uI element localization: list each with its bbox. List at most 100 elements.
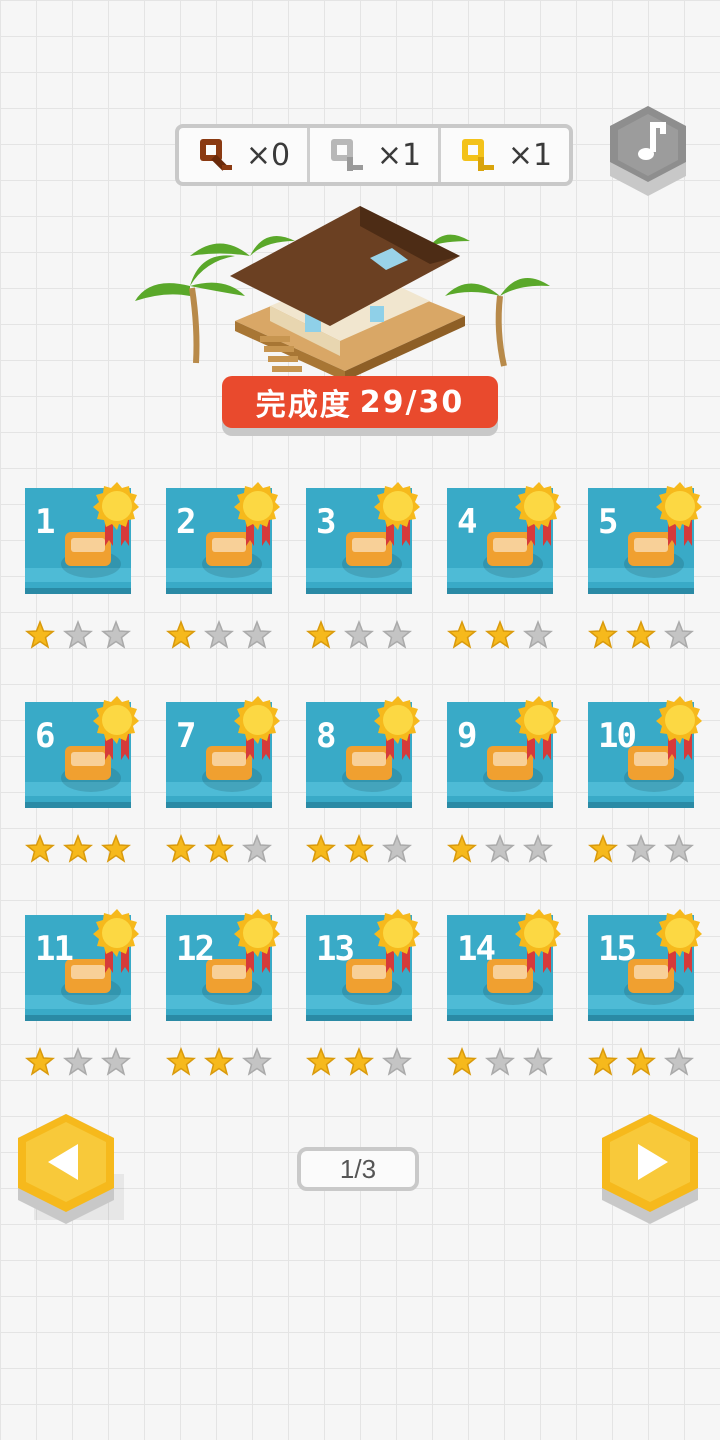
star-empty-icon (101, 1047, 131, 1076)
level-stars (306, 1047, 412, 1077)
bronze-key-counter: ×0 (179, 128, 307, 182)
star-filled-icon (204, 1047, 234, 1076)
star-filled-icon (204, 834, 234, 863)
gold-medal-icon (656, 482, 702, 546)
level-number: 10 (598, 716, 637, 756)
level-stars (25, 1047, 131, 1077)
level-tile-15[interactable]: 15 (588, 909, 702, 1076)
star-empty-icon (382, 620, 412, 649)
gold-medal-icon (374, 482, 420, 546)
level-tile-11[interactable]: 11 (25, 909, 139, 1076)
star-filled-icon (588, 834, 618, 863)
page-indicator-text: 1/3 (339, 1153, 377, 1184)
level-tile-1[interactable]: 1 (25, 482, 139, 649)
gold-medal-icon (515, 696, 561, 760)
level-tile-12[interactable]: 12 (166, 909, 280, 1076)
gold-medal-icon (93, 482, 139, 546)
next-page-button[interactable] (598, 1110, 716, 1242)
gold-medal-icon (515, 482, 561, 546)
star-empty-icon (523, 620, 553, 649)
level-tile-7[interactable]: 7 (166, 696, 280, 863)
star-empty-icon (664, 620, 694, 649)
silver-key-count: ×1 (376, 137, 422, 173)
level-number: 12 (176, 929, 215, 969)
star-filled-icon (588, 620, 618, 649)
gold-medal-icon (234, 696, 280, 760)
gold-medal-icon (374, 909, 420, 973)
star-empty-icon (382, 1047, 412, 1076)
star-empty-icon (523, 1047, 553, 1076)
level-stars (588, 620, 694, 650)
star-filled-icon (306, 620, 336, 649)
level-tile-6[interactable]: 6 (25, 696, 139, 863)
gold-key-counter: ×1 (438, 128, 569, 182)
star-filled-icon (344, 1047, 374, 1076)
level-stars (166, 1047, 272, 1077)
level-stars (166, 834, 272, 864)
star-empty-icon (242, 834, 272, 863)
level-stars (166, 620, 272, 650)
level-tile-3[interactable]: 3 (306, 482, 420, 649)
level-number: 11 (35, 929, 74, 969)
level-number: 1 (35, 502, 56, 542)
completion-banner: 完成度 29/30 (222, 376, 498, 428)
star-empty-icon (523, 834, 553, 863)
level-tile-9[interactable]: 9 (447, 696, 561, 863)
level-number: 7 (176, 716, 197, 756)
level-number: 9 (457, 716, 478, 756)
gold-medal-icon (656, 696, 702, 760)
star-empty-icon (382, 834, 412, 863)
star-filled-icon (626, 1047, 656, 1076)
silver-key-icon (330, 139, 363, 171)
gold-medal-icon (515, 909, 561, 973)
level-stars (447, 620, 553, 650)
star-filled-icon (63, 834, 93, 863)
level-tile-4[interactable]: 4 (447, 482, 561, 649)
beach-hut-illustration (135, 206, 550, 381)
star-empty-icon (101, 620, 131, 649)
star-filled-icon (588, 1047, 618, 1076)
star-filled-icon (344, 834, 374, 863)
level-number: 6 (35, 716, 56, 756)
level-tile-8[interactable]: 8 (306, 696, 420, 863)
star-empty-icon (242, 620, 272, 649)
gold-medal-icon (234, 482, 280, 546)
gold-key-icon (461, 139, 494, 171)
music-button[interactable] (606, 104, 690, 198)
gold-key-count: ×1 (507, 137, 553, 173)
level-tile-14[interactable]: 14 (447, 909, 561, 1076)
star-empty-icon (664, 1047, 694, 1076)
key-counter-bar: ×0 ×1 ×1 (175, 124, 573, 186)
prev-page-button[interactable] (14, 1110, 132, 1242)
star-filled-icon (25, 1047, 55, 1076)
silver-key-counter: ×1 (307, 128, 438, 182)
completion-label: 完成度 (255, 388, 352, 423)
level-number: 15 (598, 929, 637, 969)
level-number: 3 (316, 502, 337, 542)
star-filled-icon (447, 620, 477, 649)
star-empty-icon (664, 834, 694, 863)
level-stars (306, 834, 412, 864)
level-tile-10[interactable]: 10 (588, 696, 702, 863)
star-empty-icon (485, 834, 515, 863)
level-number: 2 (176, 502, 197, 542)
level-number: 8 (316, 716, 337, 756)
star-filled-icon (626, 620, 656, 649)
bronze-key-count: ×0 (245, 137, 291, 173)
level-tile-2[interactable]: 2 (166, 482, 280, 649)
star-filled-icon (25, 620, 55, 649)
gold-medal-icon (93, 696, 139, 760)
star-empty-icon (63, 620, 93, 649)
level-stars (25, 620, 131, 650)
star-filled-icon (166, 1047, 196, 1076)
star-filled-icon (101, 834, 131, 863)
star-filled-icon (166, 834, 196, 863)
level-stars (447, 1047, 553, 1077)
level-stars (447, 834, 553, 864)
star-filled-icon (447, 1047, 477, 1076)
page-indicator: 1/3 (297, 1147, 419, 1191)
gold-medal-icon (93, 909, 139, 973)
level-tile-13[interactable]: 13 (306, 909, 420, 1076)
level-tile-5[interactable]: 5 (588, 482, 702, 649)
level-number: 5 (598, 502, 619, 542)
